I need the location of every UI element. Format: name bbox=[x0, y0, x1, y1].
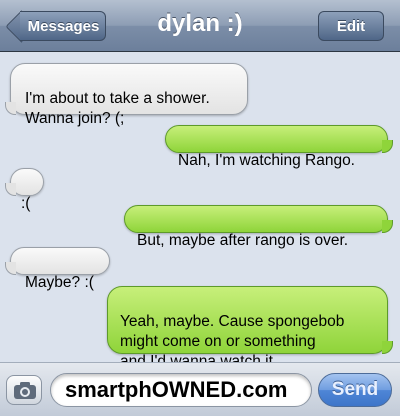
message-composer: smartphOWNED.com Send bbox=[0, 362, 400, 416]
bubble-tail bbox=[5, 262, 16, 275]
message-text: Maybe? :( bbox=[25, 274, 94, 291]
send-button[interactable]: Send bbox=[318, 373, 392, 407]
message-input[interactable]: smartphOWNED.com bbox=[50, 373, 312, 407]
message-bubble-outgoing: But, maybe after rango is over. bbox=[124, 205, 393, 249]
edit-button[interactable]: Edit bbox=[318, 11, 384, 41]
message-bubble-outgoing: Yeah, maybe. Cause spongebob might come … bbox=[107, 286, 393, 370]
message-bubble-incoming: :( bbox=[5, 168, 44, 212]
message-bubble-incoming: Maybe? :( bbox=[5, 247, 110, 291]
message-text: :( bbox=[21, 195, 31, 212]
bubble-tail bbox=[382, 140, 393, 153]
bubble-tail bbox=[5, 183, 16, 196]
navigation-bar: Messages dylan :) Edit bbox=[0, 0, 400, 52]
message-bubble-incoming: I'm about to take a shower. Wanna join? … bbox=[5, 63, 248, 127]
camera-button[interactable] bbox=[6, 375, 42, 405]
message-text: But, maybe after rango is over. bbox=[137, 232, 349, 249]
bubble-tail bbox=[382, 341, 393, 354]
bubble-tail bbox=[5, 102, 16, 115]
bubble-tail bbox=[382, 220, 393, 233]
camera-icon bbox=[14, 382, 36, 399]
message-text: I'm about to take a shower. Wanna join? … bbox=[25, 90, 210, 127]
message-text: Nah, I'm watching Rango. bbox=[178, 152, 355, 169]
message-bubble-outgoing: Nah, I'm watching Rango. bbox=[165, 125, 393, 169]
message-list[interactable]: I'm about to take a shower. Wanna join? … bbox=[0, 52, 400, 370]
